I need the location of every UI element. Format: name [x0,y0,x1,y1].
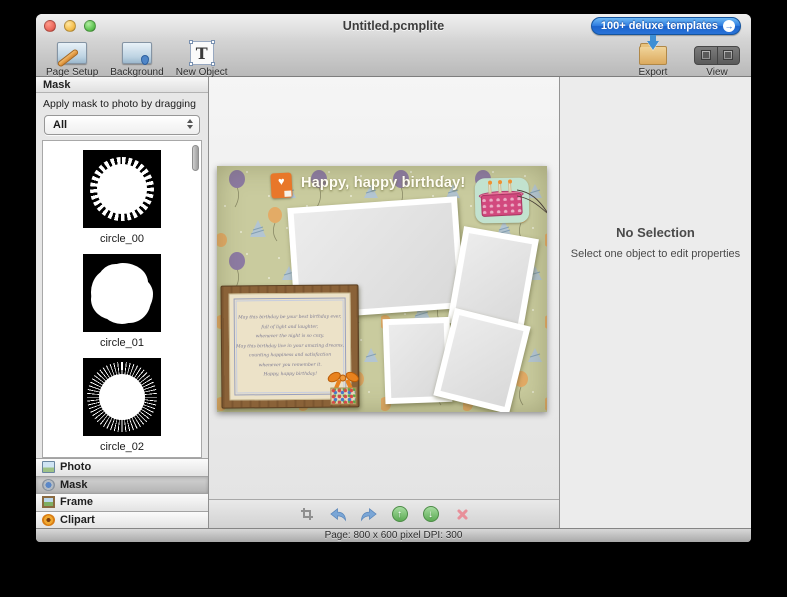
frame-icon [42,496,55,508]
mask-item-circle-00[interactable]: circle_00 [43,141,201,245]
resource-tabs: Photo Mask Frame Clipart [36,458,208,528]
cake-string-lines [517,188,547,214]
arrow-down-icon: ↓ [423,506,439,522]
tab-clipart[interactable]: Clipart [36,511,208,529]
mask-category-value: All [45,116,199,134]
collage-page[interactable]: ♥ Happy, happy birthday! [217,166,547,412]
heart-icon: ♥ [271,175,293,188]
arrow-right-icon: → [723,20,735,32]
page-setup-icon [57,42,87,64]
move-up-button[interactable]: ↑ [391,505,409,523]
status-bar: Page: 800 x 600 pixel DPI: 300 [36,528,751,542]
mask-list-scrollbar[interactable] [192,145,199,171]
banner-text[interactable]: Happy, happy birthday! [301,175,465,191]
delete-button[interactable] [453,505,471,523]
arrow-up-icon: ↑ [392,506,408,522]
mask-thumbnail-rough-circle [83,254,161,332]
export-button[interactable]: Export [627,40,679,78]
mask-name: circle_02 [100,441,144,453]
tab-frame[interactable]: Frame [36,493,208,511]
redo-button[interactable] [360,505,378,523]
deluxe-templates-label: 100+ deluxe templates [601,20,718,32]
toolbar-left-group: Page Setup Background T New Object [46,40,228,78]
undo-icon [329,507,347,522]
view-segmented-control[interactable]: View [691,40,743,78]
no-selection-subtitle: Select one object to edit properties [560,248,751,260]
photo-icon [42,461,55,473]
sidebar-hint: Apply mask to photo by dragging [36,93,208,113]
redo-icon [360,507,378,522]
mask-thumbnail-gear-circle [83,150,161,228]
tab-mask[interactable]: Mask [36,476,208,494]
app-window: Untitled.pcmplite 100+ deluxe templates … [36,14,751,542]
mask-item-circle-01[interactable]: circle_01 [43,245,201,349]
delete-x-icon [455,508,468,521]
mask-thumbnail-ray-circle [83,358,161,436]
background-icon [122,42,152,64]
new-object-icon: T [190,41,214,65]
tab-photo[interactable]: Photo [36,458,208,476]
mask-sidebar: Mask Apply mask to photo by dragging All… [36,77,209,528]
background-button[interactable]: Background [110,40,163,78]
deluxe-templates-button[interactable]: 100+ deluxe templates → [591,17,741,35]
canvas-area[interactable]: ♥ Happy, happy birthday! [209,77,560,528]
gift-box-clipart [326,366,360,406]
desktop-background: Untitled.pcmplite 100+ deluxe templates … [0,0,787,597]
canvas-toolbar: ↑ ↓ [209,499,559,528]
mask-icon [42,479,55,491]
view-icon [694,46,740,65]
sidebar-header: Mask [36,77,208,93]
mask-list[interactable]: circle_00 circle_01 circle_02 [42,140,202,458]
letter-card-clipart[interactable]: May this birthday be your best birthday … [220,284,359,408]
title-bar[interactable]: Untitled.pcmplite 100+ deluxe templates … [36,14,751,38]
content-area: Mask Apply mask to photo by dragging All… [36,77,751,528]
mask-name: circle_00 [100,233,144,245]
no-selection-title: No Selection [560,225,751,240]
export-folder-icon [639,46,667,65]
toolbar-right-group: Export View [627,40,743,78]
page-setup-button[interactable]: Page Setup [46,40,98,78]
mask-category-dropdown[interactable]: All [44,115,200,135]
move-down-button[interactable]: ↓ [422,505,440,523]
undo-button[interactable] [329,505,347,523]
properties-panel: No Selection Select one object to edit p… [560,77,751,528]
stepper-arrows-icon [187,119,193,129]
clipart-icon [42,514,55,526]
main-toolbar: Page Setup Background T New Object [36,38,751,77]
new-object-button[interactable]: T New Object [176,40,228,78]
mask-item-circle-02[interactable]: circle_02 [43,349,201,453]
crop-icon [301,508,313,520]
heart-card-clipart[interactable]: ♥ [270,172,292,198]
mask-name: circle_01 [100,337,144,349]
crop-button[interactable] [298,505,316,523]
